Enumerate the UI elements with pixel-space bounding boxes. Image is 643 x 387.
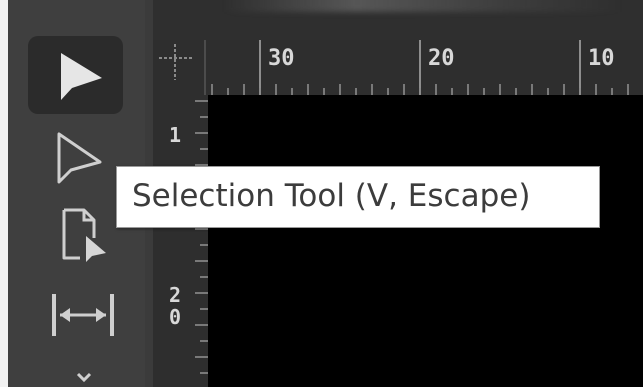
- blurred-tab-title: [223, 0, 623, 12]
- vertical-ruler-label-1: 1: [168, 123, 182, 147]
- gap-tool-button[interactable]: [28, 276, 123, 354]
- selection-tool-tooltip: Selection Tool (V, Escape): [116, 166, 600, 228]
- direct-selection-tool-button[interactable]: [28, 120, 123, 198]
- gap-tool-icon: [52, 294, 114, 336]
- partial-tool-icon: [76, 372, 92, 383]
- ruler-origin-icon: [159, 40, 206, 95]
- document-canvas[interactable]: [208, 95, 643, 387]
- ruler-label-10: 10: [588, 46, 615, 71]
- vertical-ruler-label-2: 2: [168, 283, 182, 307]
- tooltip-text: Selection Tool (V, Escape): [132, 178, 531, 214]
- page-tool-icon: [62, 208, 106, 262]
- selection-arrow-icon: [61, 53, 102, 100]
- app-window: 30 20 10 1 2 0 Selection Tool (V, Escape…: [8, 0, 643, 387]
- horizontal-ruler[interactable]: 30 20 10: [208, 40, 643, 95]
- vertical-ruler-label-0: 0: [168, 305, 182, 329]
- selection-tool-button[interactable]: [28, 36, 123, 114]
- document-tab-bar: [153, 0, 643, 40]
- page-tool-button[interactable]: [28, 196, 123, 274]
- ruler-label-30: 30: [268, 46, 295, 71]
- ruler-origin[interactable]: [153, 40, 208, 95]
- partial-tool-button[interactable]: [28, 360, 123, 387]
- direct-selection-arrow-icon: [57, 132, 102, 184]
- vertical-ruler[interactable]: 1 2 0: [153, 95, 208, 387]
- ruler-label-20: 20: [428, 46, 455, 71]
